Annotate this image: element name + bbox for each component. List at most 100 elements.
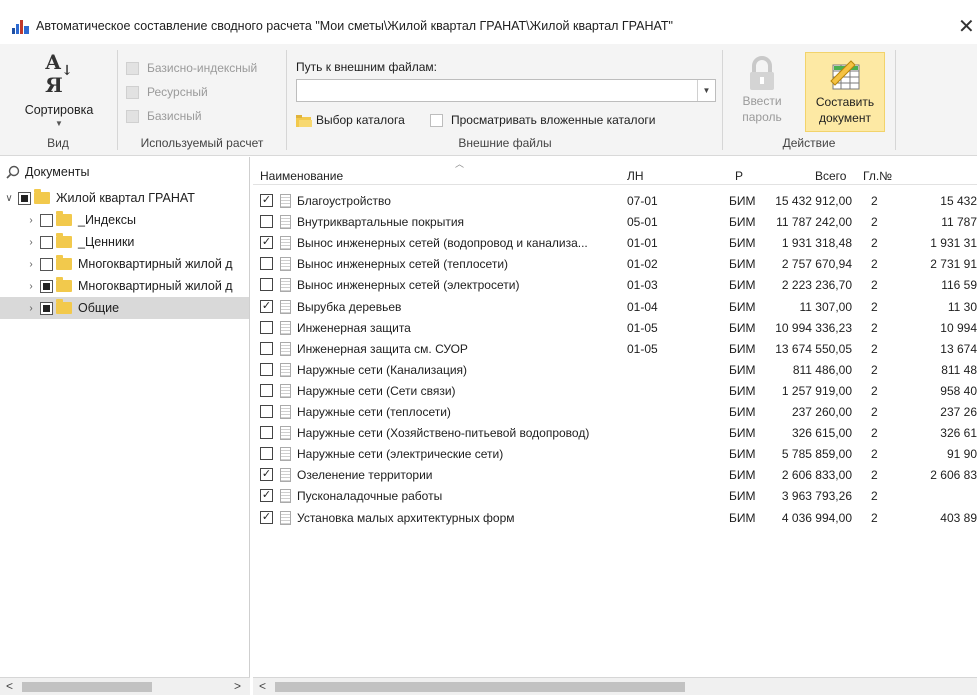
tree-item-root[interactable]: ∨ Жилой квартал ГРАНАТ — [0, 187, 249, 209]
cell-total: 2 606 833,00 — [781, 468, 852, 483]
table-row[interactable]: ✓ Вырубка деревьев 01-04 БИМ 11 307,00 2 11 30 — [253, 297, 977, 318]
table-row[interactable]: Наружные сети (Хозяйствено-питьевой водо… — [253, 423, 977, 444]
table-row[interactable]: Вынос инженерных сетей (электросети) 01-0… — [253, 275, 977, 296]
chevron-down-icon[interactable]: ▼ — [14, 119, 104, 128]
table-row[interactable]: Инженерная защита 01-05 БИМ 10 994 336,23 2 1… — [253, 318, 977, 339]
scroll-left-icon[interactable]: < — [6, 679, 13, 693]
cell-r: БИМ — [729, 194, 756, 208]
cell-total: 1 257 919,00 — [781, 383, 852, 398]
tree-checkbox[interactable] — [40, 301, 53, 315]
tree-checkbox[interactable] — [40, 235, 53, 249]
cell-r: БИМ — [729, 405, 756, 419]
cell-extra: 2 606 83 — [930, 468, 977, 483]
table-row[interactable]: Вынос инженерных сетей (теплосети) 01-02 Б… — [253, 254, 977, 275]
column-header-gl[interactable]: Гл.№ — [863, 169, 892, 183]
chevron-right-icon[interactable]: › — [26, 237, 36, 248]
row-checkbox[interactable] — [260, 320, 273, 334]
row-checkbox[interactable]: ✓ — [260, 236, 273, 250]
row-checkbox[interactable]: ✓ — [260, 489, 273, 503]
table-row[interactable]: Наружные сети (теплосети) БИМ 237 260,00 2 2… — [253, 402, 977, 423]
chevron-right-icon[interactable]: › — [26, 259, 36, 270]
close-icon[interactable]: ✕ — [958, 14, 975, 39]
row-checkbox[interactable]: ✓ — [260, 299, 273, 313]
separator — [895, 50, 896, 150]
row-checkbox[interactable] — [260, 215, 273, 229]
cell-r: БИМ — [729, 426, 756, 441]
row-checkbox[interactable] — [260, 257, 273, 271]
row-checkbox[interactable] — [260, 341, 273, 355]
scroll-right-icon[interactable]: > — [234, 679, 241, 693]
scroll-thumb[interactable] — [275, 682, 685, 692]
table-row[interactable]: Наружные сети (электрические сети) БИМ 5 7… — [253, 444, 977, 465]
cell-r: БИМ — [729, 257, 756, 272]
cell-extra: 11 30 — [947, 299, 977, 314]
row-checkbox[interactable]: ✓ — [260, 468, 273, 482]
tree-checkbox[interactable] — [40, 257, 53, 271]
cell-r: БИМ — [729, 320, 756, 335]
row-checkbox[interactable] — [260, 405, 273, 418]
cell-r: БИМ — [729, 341, 756, 356]
option-base-index[interactable]: Базисно-индексный — [126, 60, 257, 76]
row-checkbox[interactable] — [260, 362, 273, 376]
tree-item-prices[interactable]: › _Ценники — [0, 231, 249, 253]
search-icon[interactable] — [6, 165, 20, 179]
table-row[interactable]: ✓ Установка малых архитектурных форм БИМ 4 … — [253, 508, 977, 529]
table-row[interactable]: Наружные сети (Канализация) БИМ 811 486,00… — [253, 360, 977, 381]
tree-checkbox[interactable] — [40, 279, 53, 293]
tree-item-apartment-1[interactable]: › Многоквартирный жилой д — [0, 253, 249, 275]
cell-r: БИМ — [729, 299, 756, 314]
chevron-right-icon[interactable]: › — [26, 303, 36, 314]
cell-name: Установка малых архитектурных форм — [297, 510, 515, 525]
cell-gl: 2 — [871, 320, 878, 335]
chevron-down-icon[interactable]: ∨ — [4, 193, 14, 204]
estimates-grid[interactable]: ︿ Наименование ЛН Р Всего Гл.№ ✓ Благоуст… — [253, 157, 977, 677]
checkbox[interactable] — [126, 61, 139, 75]
cell-gl: 2 — [871, 468, 878, 483]
column-header-r[interactable]: Р — [735, 169, 743, 183]
table-row[interactable]: ✓ Вынос инженерных сетей (водопровод и ка… — [253, 233, 977, 254]
folder-icon — [56, 299, 72, 314]
row-checkbox[interactable]: ✓ — [260, 510, 273, 524]
cell-total: 326 615,00 — [791, 426, 852, 441]
grid-horizontal-scrollbar[interactable]: < — [253, 677, 977, 695]
tree-checkbox[interactable] — [18, 191, 31, 205]
tree-item-indexes[interactable]: › _Индексы — [0, 209, 249, 231]
document-icon — [280, 447, 291, 462]
cell-ln: 01-04 — [627, 299, 658, 314]
checkbox[interactable] — [126, 85, 139, 99]
folder-icon — [56, 211, 72, 226]
left-horizontal-scrollbar[interactable]: < > — [0, 677, 250, 695]
cell-r: БИМ — [729, 362, 756, 377]
cell-name: Наружные сети (Сети связи) — [297, 383, 456, 398]
tree-item-apartment-2[interactable]: › Многоквартирный жилой д — [0, 275, 249, 297]
table-row[interactable]: Инженерная защита см. СУОР 01-05 БИМ 13 674… — [253, 339, 977, 360]
column-header-total[interactable]: Всего — [815, 169, 846, 183]
option-resource[interactable]: Ресурсный — [126, 84, 208, 100]
column-header-name[interactable]: Наименование — [260, 169, 343, 183]
cell-ln: 05-01 — [627, 215, 658, 230]
checkbox[interactable] — [126, 109, 139, 123]
tree-checkbox[interactable] — [40, 213, 53, 227]
row-checkbox[interactable] — [260, 447, 273, 461]
scroll-thumb[interactable] — [22, 682, 152, 692]
row-checkbox[interactable] — [260, 383, 273, 397]
option-base[interactable]: Базисный — [126, 108, 202, 124]
row-checkbox[interactable]: ✓ — [260, 194, 273, 207]
table-row[interactable]: ✓ Благоустройство 07-01 БИМ 15 432 912,00 2 15… — [253, 191, 977, 212]
sort-button[interactable]: А↓ Я Сортировка ▼ — [14, 52, 104, 128]
document-icon — [280, 320, 291, 335]
cell-r: БИМ — [729, 215, 756, 230]
table-row[interactable]: Внутриквартальные покрытия 05-01 БИМ 11 787… — [253, 212, 977, 233]
sort-label: Сортировка — [24, 103, 94, 117]
tree-item-common[interactable]: › Общие — [0, 297, 249, 319]
scroll-left-icon[interactable]: < — [259, 679, 266, 693]
table-row[interactable]: Наружные сети (Сети связи) БИМ 1 257 919,0… — [253, 381, 977, 402]
row-checkbox[interactable] — [260, 278, 273, 292]
row-checkbox[interactable] — [260, 426, 273, 440]
chevron-right-icon[interactable]: › — [26, 281, 36, 292]
column-header-ln[interactable]: ЛН — [627, 169, 644, 183]
chevron-right-icon[interactable]: › — [26, 215, 36, 226]
documents-tree[interactable]: Документы ∨ Жилой квартал ГРАНАТ › _Инде… — [0, 157, 250, 677]
table-row[interactable]: ✓ Озеленение территории БИМ 2 606 833,00 2 2 … — [253, 465, 977, 486]
table-row[interactable]: ✓ Пусконаладочные работы БИМ 3 963 793,26 2 — [253, 486, 977, 507]
